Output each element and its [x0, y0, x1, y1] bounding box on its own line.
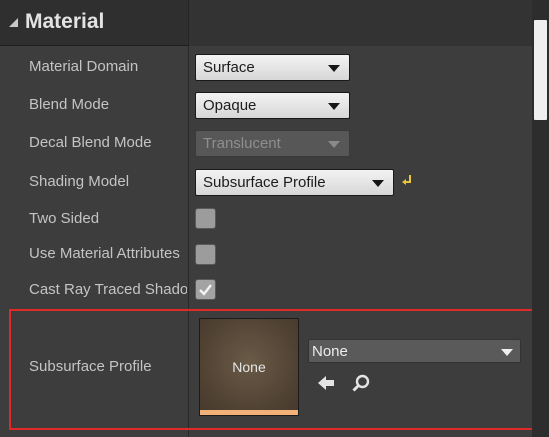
property-row-decal-blend-mode: Decal Blend Mode Translucent [0, 124, 532, 161]
dropdown-caret-icon [328, 65, 340, 72]
blend-mode-value: Opaque [203, 97, 257, 114]
category-title: Material [25, 10, 105, 33]
dropdown-caret-icon [372, 180, 384, 187]
decal-blend-mode-combo: Translucent [195, 130, 350, 157]
two-sided-checkbox[interactable] [195, 208, 216, 229]
property-row-cast-ray-traced-shadows: Cast Ray Traced Shadows [0, 272, 532, 309]
property-row-material-domain: Material Domain Surface [0, 48, 532, 85]
material-details-panel: Material Material Domain Surface Blend M… [0, 0, 549, 437]
highlight-frame [9, 309, 537, 430]
property-row-shading-model: Shading Model Subsurface Profile [0, 163, 532, 200]
material-domain-label: Material Domain [29, 58, 139, 75]
use-material-attributes-label: Use Material Attributes [29, 245, 180, 262]
property-row-use-material-attributes: Use Material Attributes [0, 236, 532, 273]
blend-mode-combo[interactable]: Opaque [195, 92, 350, 119]
property-row-blend-mode: Blend Mode Opaque [0, 86, 532, 123]
property-row-two-sided: Two Sided [0, 201, 532, 238]
decal-blend-mode-label: Decal Blend Mode [29, 134, 152, 151]
shading-model-value: Subsurface Profile [203, 174, 326, 191]
material-domain-combo[interactable]: Surface [195, 54, 350, 81]
material-domain-value: Surface [203, 59, 255, 76]
dropdown-caret-icon [328, 103, 340, 110]
use-material-attributes-checkbox[interactable] [195, 244, 216, 265]
shading-model-label: Shading Model [29, 173, 130, 190]
cast-ray-traced-shadows-checkbox[interactable] [195, 279, 216, 300]
shading-model-combo[interactable]: Subsurface Profile [195, 169, 394, 196]
two-sided-label: Two Sided [29, 210, 100, 227]
header-value-area [189, 0, 532, 46]
category-header-material[interactable]: Material [0, 0, 549, 46]
cast-ray-traced-shadows-label: Cast Ray Traced Shadows [29, 281, 187, 298]
dropdown-caret-icon [328, 141, 340, 148]
scrollbar-thumb[interactable] [534, 20, 547, 120]
expand-arrow-icon[interactable] [9, 18, 18, 27]
blend-mode-label: Blend Mode [29, 96, 110, 113]
decal-blend-mode-value: Translucent [203, 135, 281, 152]
reset-to-default-icon[interactable] [400, 173, 414, 187]
checkmark-icon [199, 284, 212, 296]
